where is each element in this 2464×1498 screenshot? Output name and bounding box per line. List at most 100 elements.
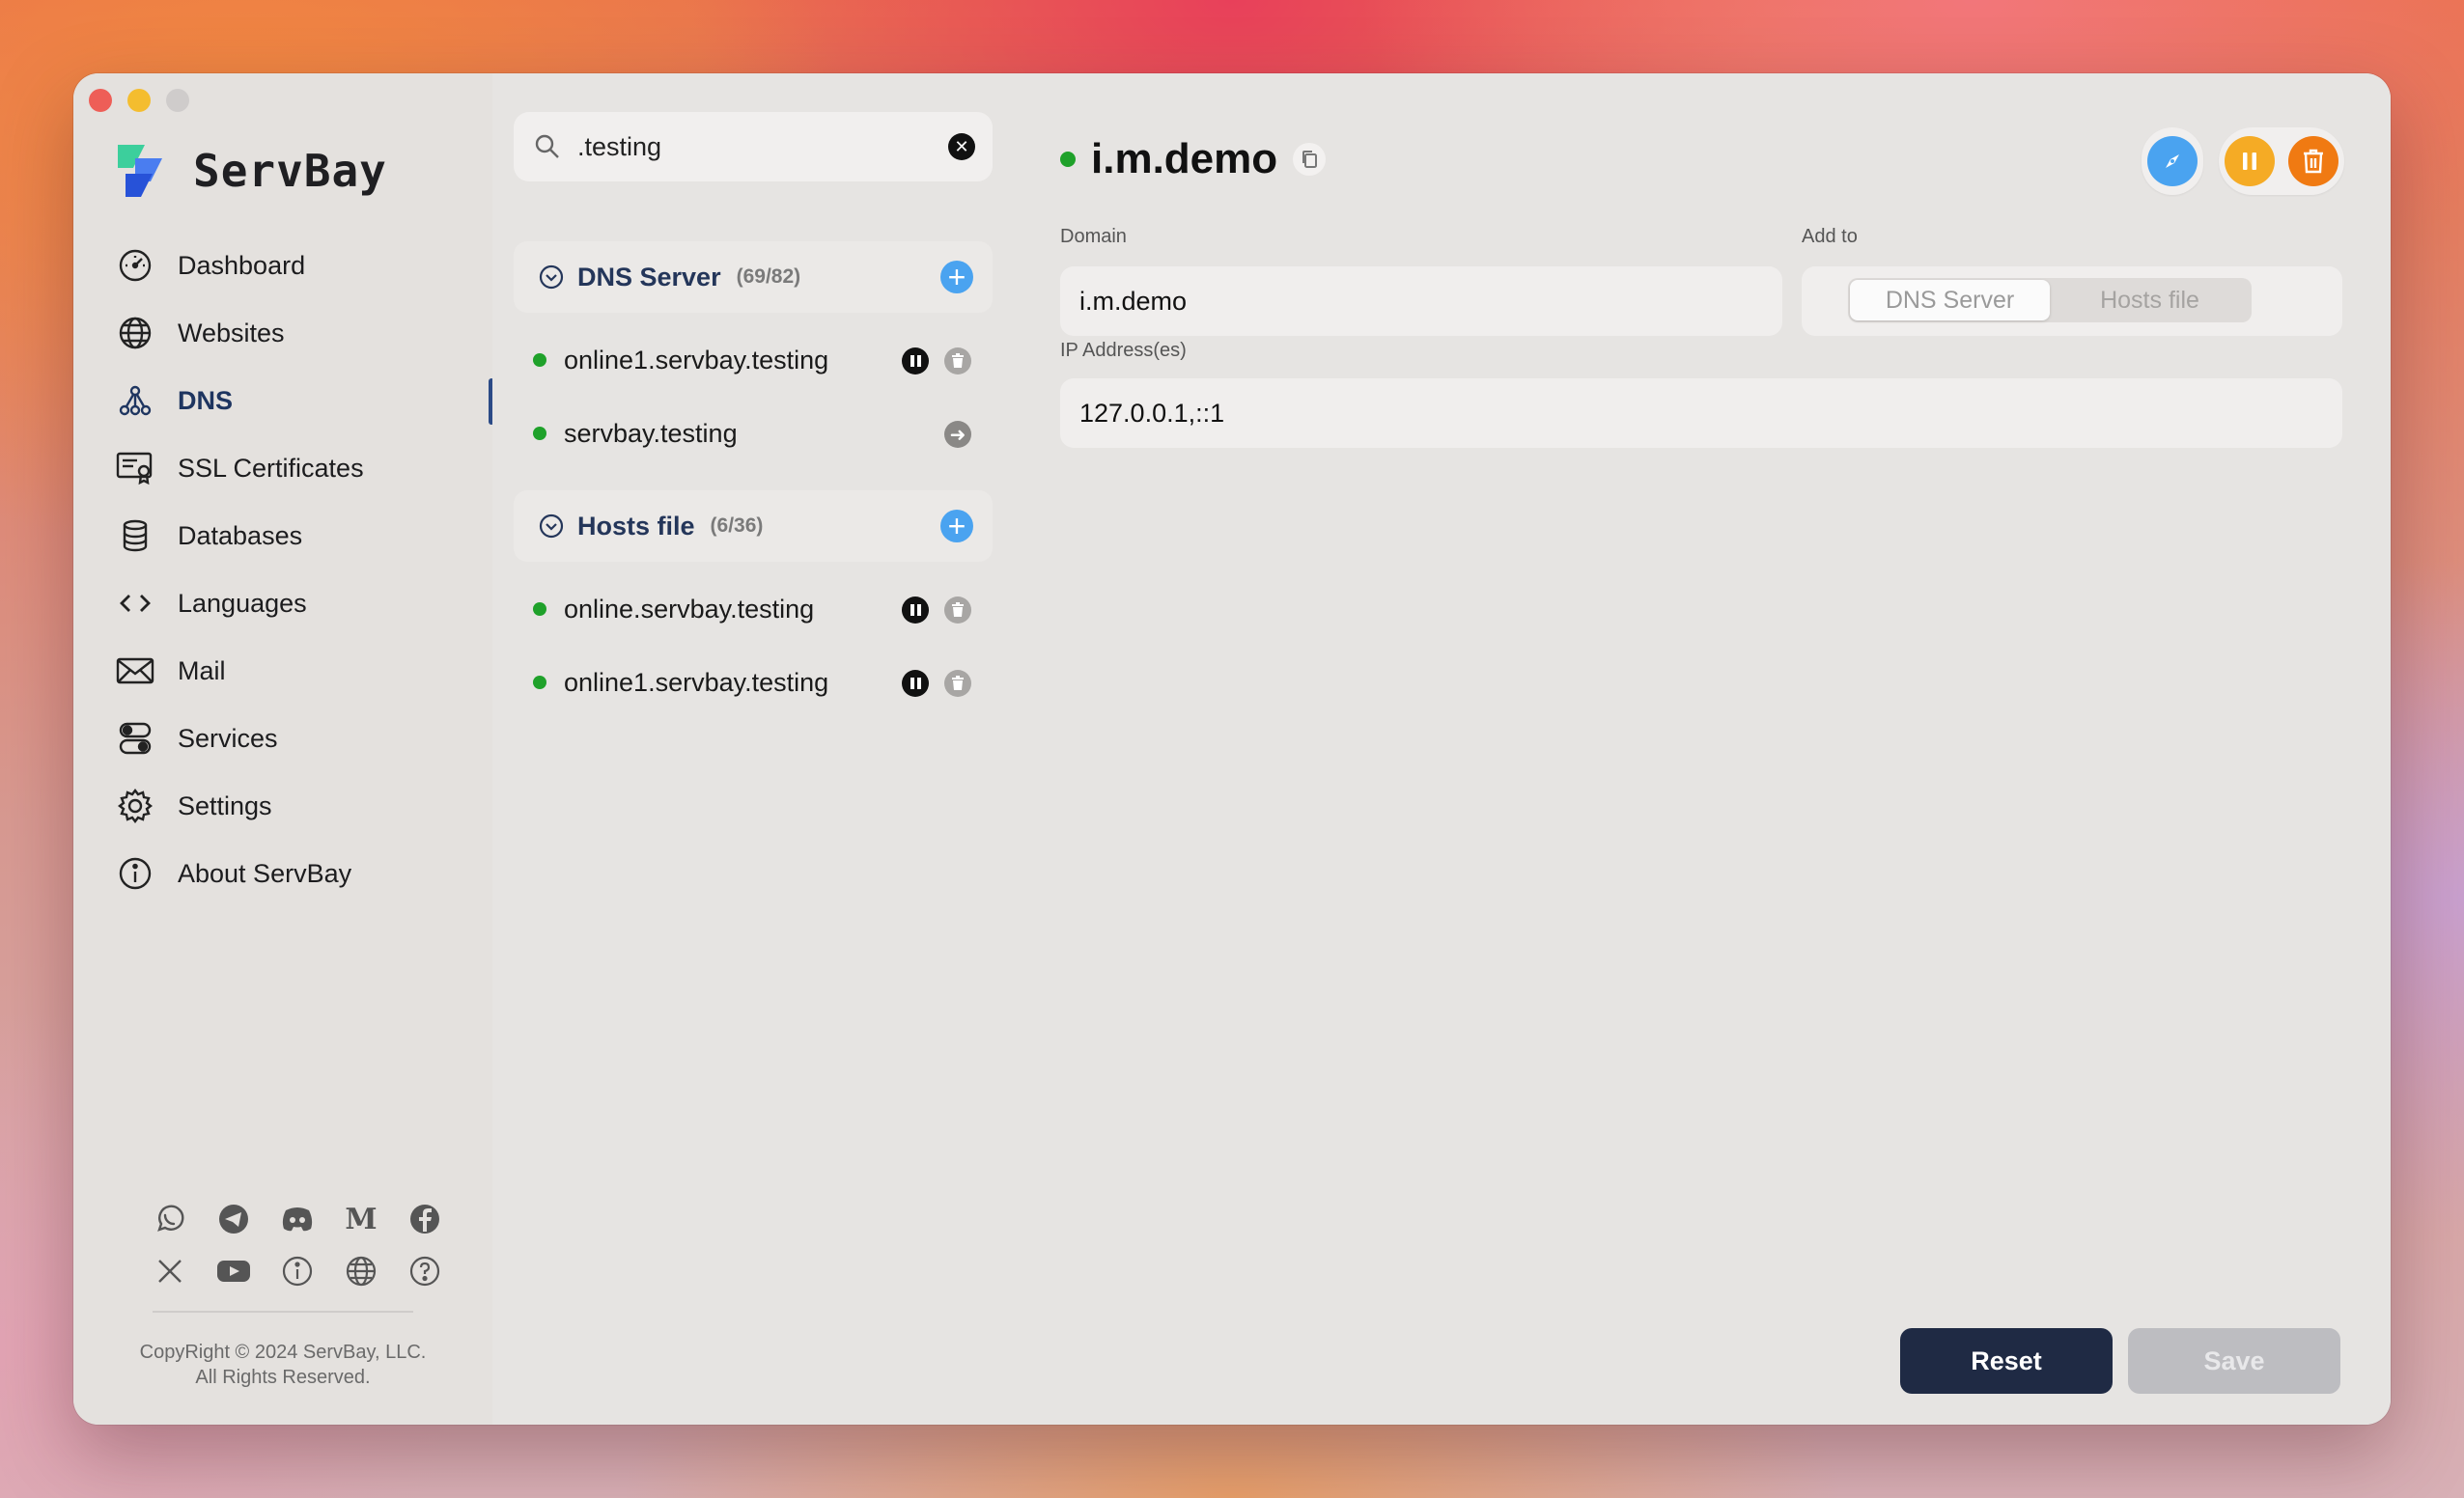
sidebar-item-websites[interactable]: Websites [116,299,492,367]
segment-dns-server[interactable]: DNS Server [1850,280,2050,320]
add-to-label: Add to [1802,226,1858,247]
list-item[interactable]: servbay.testing ➜ [514,398,993,469]
toggle-switch-icon [116,719,154,758]
zoom-window-button[interactable] [166,89,189,112]
group-hosts-file[interactable]: Hosts file (6/36) + [514,490,993,562]
arrow-right-icon[interactable]: ➜ [944,421,971,448]
status-dot [533,602,546,616]
domain-field[interactable] [1060,285,1732,318]
detail-panel: i.m.demo Domain Add [1010,73,2391,1425]
globe-icon[interactable] [344,1254,378,1289]
social-links: M [153,1193,442,1313]
app-window: ServBay Dashboard Websites DNS SSL Certi… [73,73,2391,1425]
trash-icon[interactable] [944,347,971,374]
sidebar-item-ssl-certificates[interactable]: SSL Certificates [116,434,492,502]
divider [153,1311,413,1313]
copyright: CopyRight © 2024 ServBay, LLC. All Right… [73,1340,492,1390]
segment-hosts-file[interactable]: Hosts file [2050,280,2250,320]
medium-icon[interactable]: M [344,1202,378,1236]
sidebar-item-dns[interactable]: DNS [116,367,494,434]
whatsapp-icon[interactable] [153,1202,187,1236]
certificate-icon [116,449,154,487]
record-actions-group [2219,127,2344,195]
record-name: servbay.testing [564,418,738,448]
sidebar-item-label: Languages [178,588,307,618]
close-window-button[interactable] [89,89,112,112]
status-dot [1060,152,1076,167]
sidebar-item-databases[interactable]: Databases [116,502,492,569]
dns-list-panel: ✕ DNS Server (69/82) + online1.servbay.t… [492,73,1012,1425]
sidebar-item-label: Dashboard [178,250,306,280]
ip-address-field-box [1060,378,2342,448]
facebook-icon[interactable] [407,1202,442,1236]
ip-address-label: IP Address(es) [1060,340,1187,361]
minimize-window-button[interactable] [127,89,151,112]
add-dns-record-button[interactable]: + [940,261,973,293]
record-name: online.servbay.testing [564,594,815,624]
add-to-box: DNS Server Hosts file [1802,266,2342,336]
sidebar-item-label: Mail [178,655,226,685]
gear-icon [116,787,154,825]
detail-header: i.m.demo [1060,135,1327,183]
telegram-icon[interactable] [216,1202,251,1236]
list-item[interactable]: online1.servbay.testing [514,324,993,396]
help-icon[interactable] [407,1254,442,1289]
info-icon [116,854,154,893]
compass-icon[interactable] [2147,136,2198,186]
group-dns-server[interactable]: DNS Server (69/82) + [514,241,993,313]
servbay-logo-icon [118,145,162,197]
search-input[interactable] [575,130,927,163]
group-title: DNS Server [577,262,721,291]
pause-icon[interactable] [902,670,929,697]
reset-button[interactable]: Reset [1900,1328,2113,1394]
sidebar-item-label: About ServBay [178,858,352,888]
pause-record-icon[interactable] [2225,136,2275,186]
info-icon[interactable] [280,1254,315,1289]
sidebar-item-settings[interactable]: Settings [116,772,492,840]
save-button[interactable]: Save [2128,1328,2340,1394]
page-title: i.m.demo [1091,135,1278,182]
window-controls [89,89,189,112]
app-name: ServBay [193,145,387,197]
sidebar-nav: Dashboard Websites DNS SSL Certificates [116,232,494,907]
sidebar-item-about[interactable]: About ServBay [116,840,492,907]
sidebar-item-label: SSL Certificates [178,453,364,483]
search-icon [535,134,559,158]
pause-icon[interactable] [902,347,929,374]
list-item[interactable]: online.servbay.testing [514,573,993,645]
status-dot [533,353,546,367]
code-brackets-icon [116,584,154,623]
delete-record-icon[interactable] [2288,136,2338,186]
list-item[interactable]: online1.servbay.testing [514,647,993,718]
add-to-segmented-control: DNS Server Hosts file [1848,278,2252,322]
domain-label: Domain [1060,226,1127,247]
discord-icon[interactable] [280,1202,315,1236]
youtube-icon[interactable] [216,1254,251,1289]
sidebar-item-services[interactable]: Services [116,705,492,772]
sidebar-item-label: Databases [178,520,303,550]
brand: ServBay [108,139,387,203]
add-hosts-record-button[interactable]: + [940,510,973,542]
trash-icon[interactable] [944,596,971,624]
chevron-down-icon [539,513,564,539]
database-icon [116,516,154,555]
sidebar-item-mail[interactable]: Mail [116,637,492,705]
clear-search-button[interactable]: ✕ [948,133,975,160]
group-title: Hosts file [577,511,695,541]
record-name: online1.servbay.testing [564,667,829,697]
pause-icon[interactable] [902,596,929,624]
sidebar-item-label: Services [178,723,278,753]
status-dot [533,427,546,440]
copy-icon[interactable] [1293,143,1327,176]
sidebar-item-languages[interactable]: Languages [116,569,492,637]
sidebar: ServBay Dashboard Websites DNS SSL Certi… [73,73,494,1425]
sidebar-item-label: Websites [178,318,285,347]
dns-network-icon [116,381,154,420]
search-box: ✕ [514,112,993,181]
sidebar-item-dashboard[interactable]: Dashboard [116,232,492,299]
copyright-line: CopyRight © 2024 ServBay, LLC. [139,1342,427,1363]
trash-icon[interactable] [944,670,971,697]
sidebar-item-label: DNS [178,385,234,415]
ip-address-field[interactable] [1060,397,2236,430]
x-icon[interactable] [153,1254,187,1289]
